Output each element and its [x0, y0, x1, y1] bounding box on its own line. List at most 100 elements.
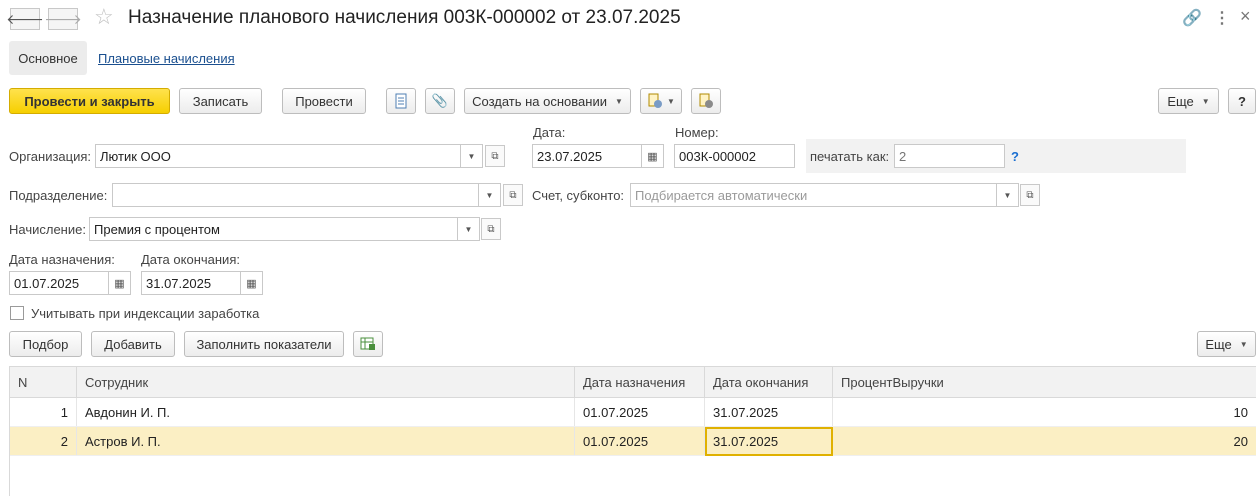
chevron-down-icon: ▼	[485, 190, 494, 200]
tab-planned-accruals[interactable]: Плановые начисления	[98, 51, 235, 66]
post-and-close-button[interactable]: Провести и закрыть	[9, 88, 170, 114]
start-date-cell[interactable]: 01.07.2025	[574, 426, 705, 456]
table-more-button[interactable]: Еще ▼	[1197, 331, 1256, 357]
column-header-start-date[interactable]: Дата назначения	[574, 366, 705, 398]
document-settings-icon	[699, 93, 713, 108]
start-date-label: Дата назначения:	[9, 252, 115, 267]
print-settings-button[interactable]	[691, 88, 721, 114]
department-field[interactable]	[112, 183, 479, 207]
calendar-icon: ▦	[246, 277, 257, 290]
number-field[interactable]: 003К-000002	[674, 144, 795, 168]
table-header-row: N Сотрудник Дата назначения Дата окончан…	[9, 366, 1256, 398]
table-add-icon	[360, 337, 375, 350]
chevron-down-icon: ▼	[1201, 96, 1210, 106]
column-header-employee[interactable]: Сотрудник	[76, 366, 575, 398]
write-button[interactable]: Записать	[179, 88, 262, 114]
tab-main[interactable]: Основное	[9, 41, 87, 75]
date-calendar-button[interactable]: ▦	[642, 144, 664, 168]
open-window-icon: ⧉	[487, 223, 495, 235]
date-label: Дата:	[533, 125, 566, 140]
end-date-calendar-button[interactable]: ▦	[241, 271, 263, 295]
date-field[interactable]: 23.07.2025	[532, 144, 642, 168]
print-document-icon	[648, 93, 663, 108]
chevron-down-icon: ▼	[1239, 339, 1248, 349]
open-window-icon: ⧉	[1026, 189, 1034, 201]
table-settings-button[interactable]	[353, 331, 383, 357]
percent-cell[interactable]: 10	[832, 397, 1256, 427]
account-label: Счет, субконто:	[532, 188, 625, 203]
number-label: Номер:	[675, 125, 719, 140]
end-date-label: Дата окончания:	[141, 252, 240, 267]
indexation-checkbox[interactable]	[10, 306, 24, 320]
print-as-help-icon[interactable]: ?	[1011, 149, 1019, 164]
forward-button[interactable]: 🡒	[44, 8, 82, 30]
arrow-left-icon: 🡐	[6, 10, 44, 27]
star-icon[interactable]: ☆	[94, 4, 114, 30]
table-row[interactable]: 1 Авдонин И. П. 01.07.2025 31.07.2025 10	[9, 397, 1256, 427]
select-button[interactable]: Подбор	[9, 331, 82, 357]
column-header-revenue-percent[interactable]: ПроцентВыручки	[832, 366, 1256, 398]
more-label: Еще	[1167, 93, 1194, 109]
tab-main-label: Основное	[18, 50, 78, 66]
end-date-cell[interactable]: 31.07.2025	[704, 397, 833, 427]
link-icon[interactable]: 🔗	[1182, 8, 1202, 28]
print-as-label: печатать как:	[810, 149, 890, 164]
indexation-label: Учитывать при индексации заработка	[31, 306, 260, 321]
row-number[interactable]: 2	[9, 426, 77, 456]
accrual-field[interactable]: Премия с процентом	[89, 217, 458, 241]
start-date-calendar-button[interactable]: ▦	[109, 271, 131, 295]
open-window-icon: ⧉	[509, 189, 517, 201]
calendar-icon: ▦	[647, 150, 658, 163]
employee-cell[interactable]: Астров И. П.	[76, 426, 575, 456]
table-row[interactable]: 2 Астров И. П. 01.07.2025 31.07.2025 20	[9, 426, 1256, 456]
chevron-down-icon: ▼	[614, 96, 623, 106]
back-button[interactable]: 🡐	[6, 8, 44, 30]
chevron-down-icon: ▼	[667, 96, 675, 106]
paperclip-icon: 📎	[431, 93, 449, 108]
column-header-n[interactable]: N	[9, 366, 77, 398]
accrual-dropdown[interactable]: ▼	[458, 217, 480, 241]
kebab-menu-icon[interactable]: ⋮	[1214, 8, 1230, 28]
post-button[interactable]: Провести	[282, 88, 366, 114]
accrual-label: Начисление:	[9, 222, 86, 237]
open-window-icon: ⧉	[491, 150, 499, 162]
row-number[interactable]: 1	[9, 397, 77, 427]
close-icon[interactable]: ×	[1240, 6, 1251, 27]
help-button[interactable]: ?	[1228, 88, 1256, 114]
start-date-field[interactable]: 01.07.2025	[9, 271, 109, 295]
organization-open-button[interactable]: ⧉	[485, 145, 505, 167]
create-based-on-label: Создать на основании	[472, 93, 607, 109]
page-title: Назначение планового начисления 003К-000…	[128, 7, 681, 28]
table-more-label: Еще	[1205, 336, 1232, 352]
account-field[interactable]: Подбирается автоматически	[630, 183, 997, 207]
add-button[interactable]: Добавить	[91, 331, 175, 357]
employees-table: N Сотрудник Дата назначения Дата окончан…	[9, 366, 1256, 456]
attach-button[interactable]: 📎	[425, 88, 455, 114]
print-as-field[interactable]	[894, 144, 1005, 168]
print-menu-button[interactable]: ▼	[640, 88, 682, 114]
document-list-icon	[395, 93, 407, 109]
column-header-end-date[interactable]: Дата окончания	[704, 366, 833, 398]
department-open-button[interactable]: ⧉	[503, 184, 523, 206]
end-date-cell[interactable]: 31.07.2025	[704, 426, 833, 456]
create-based-on-button[interactable]: Создать на основании ▼	[464, 88, 631, 114]
chevron-down-icon: ▼	[1003, 190, 1012, 200]
calendar-icon: ▦	[114, 277, 125, 290]
account-open-button[interactable]: ⧉	[1020, 184, 1040, 206]
department-dropdown[interactable]: ▼	[479, 183, 501, 207]
report-button[interactable]	[386, 88, 416, 114]
more-button[interactable]: Еще ▼	[1158, 88, 1219, 114]
arrow-right-icon: 🡒	[44, 10, 82, 27]
start-date-cell[interactable]: 01.07.2025	[574, 397, 705, 427]
account-dropdown[interactable]: ▼	[997, 183, 1019, 207]
employee-cell[interactable]: Авдонин И. П.	[76, 397, 575, 427]
department-label: Подразделение:	[9, 188, 108, 203]
organization-dropdown[interactable]: ▼	[461, 144, 483, 168]
accrual-open-button[interactable]: ⧉	[481, 218, 501, 240]
end-date-field[interactable]: 31.07.2025	[141, 271, 241, 295]
fill-indicators-button[interactable]: Заполнить показатели	[184, 331, 344, 357]
organization-label: Организация:	[9, 149, 92, 164]
chevron-down-icon: ▼	[464, 224, 473, 234]
organization-field[interactable]: Лютик ООО	[95, 144, 461, 168]
percent-cell[interactable]: 20	[832, 426, 1256, 456]
